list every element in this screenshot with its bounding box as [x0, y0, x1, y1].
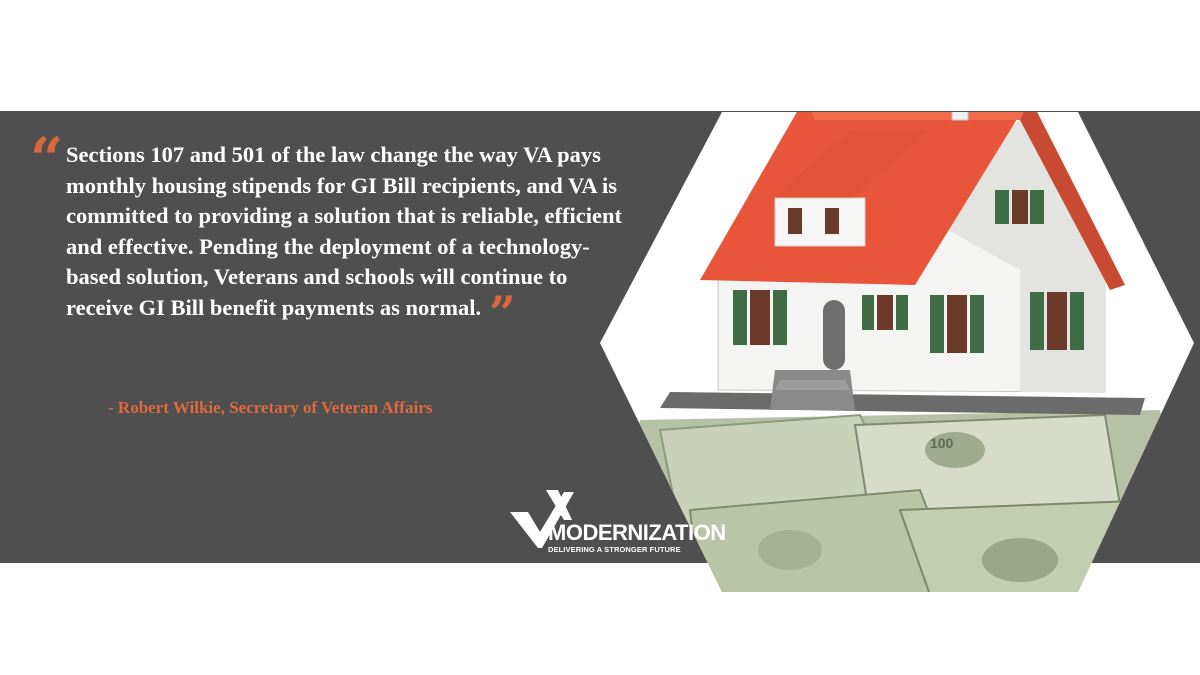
quote-body: Sections 107 and 501 of the law change t…: [66, 142, 623, 320]
quote-attribution: - Robert Wilkie, Secretary of Veteran Af…: [108, 398, 433, 417]
svg-text:100: 100: [930, 435, 954, 451]
logo-tagline: DELIVERING A STRONGER FUTURE: [548, 545, 681, 554]
quote-text: Sections 107 and 501 of the law change t…: [66, 142, 623, 340]
modernization-logo: MODERNIZATION DELIVERING A STRONGER FUTU…: [506, 480, 726, 555]
open-quote-mark: “: [30, 125, 64, 193]
logo-wordmark: MODERNIZATION: [548, 520, 726, 545]
